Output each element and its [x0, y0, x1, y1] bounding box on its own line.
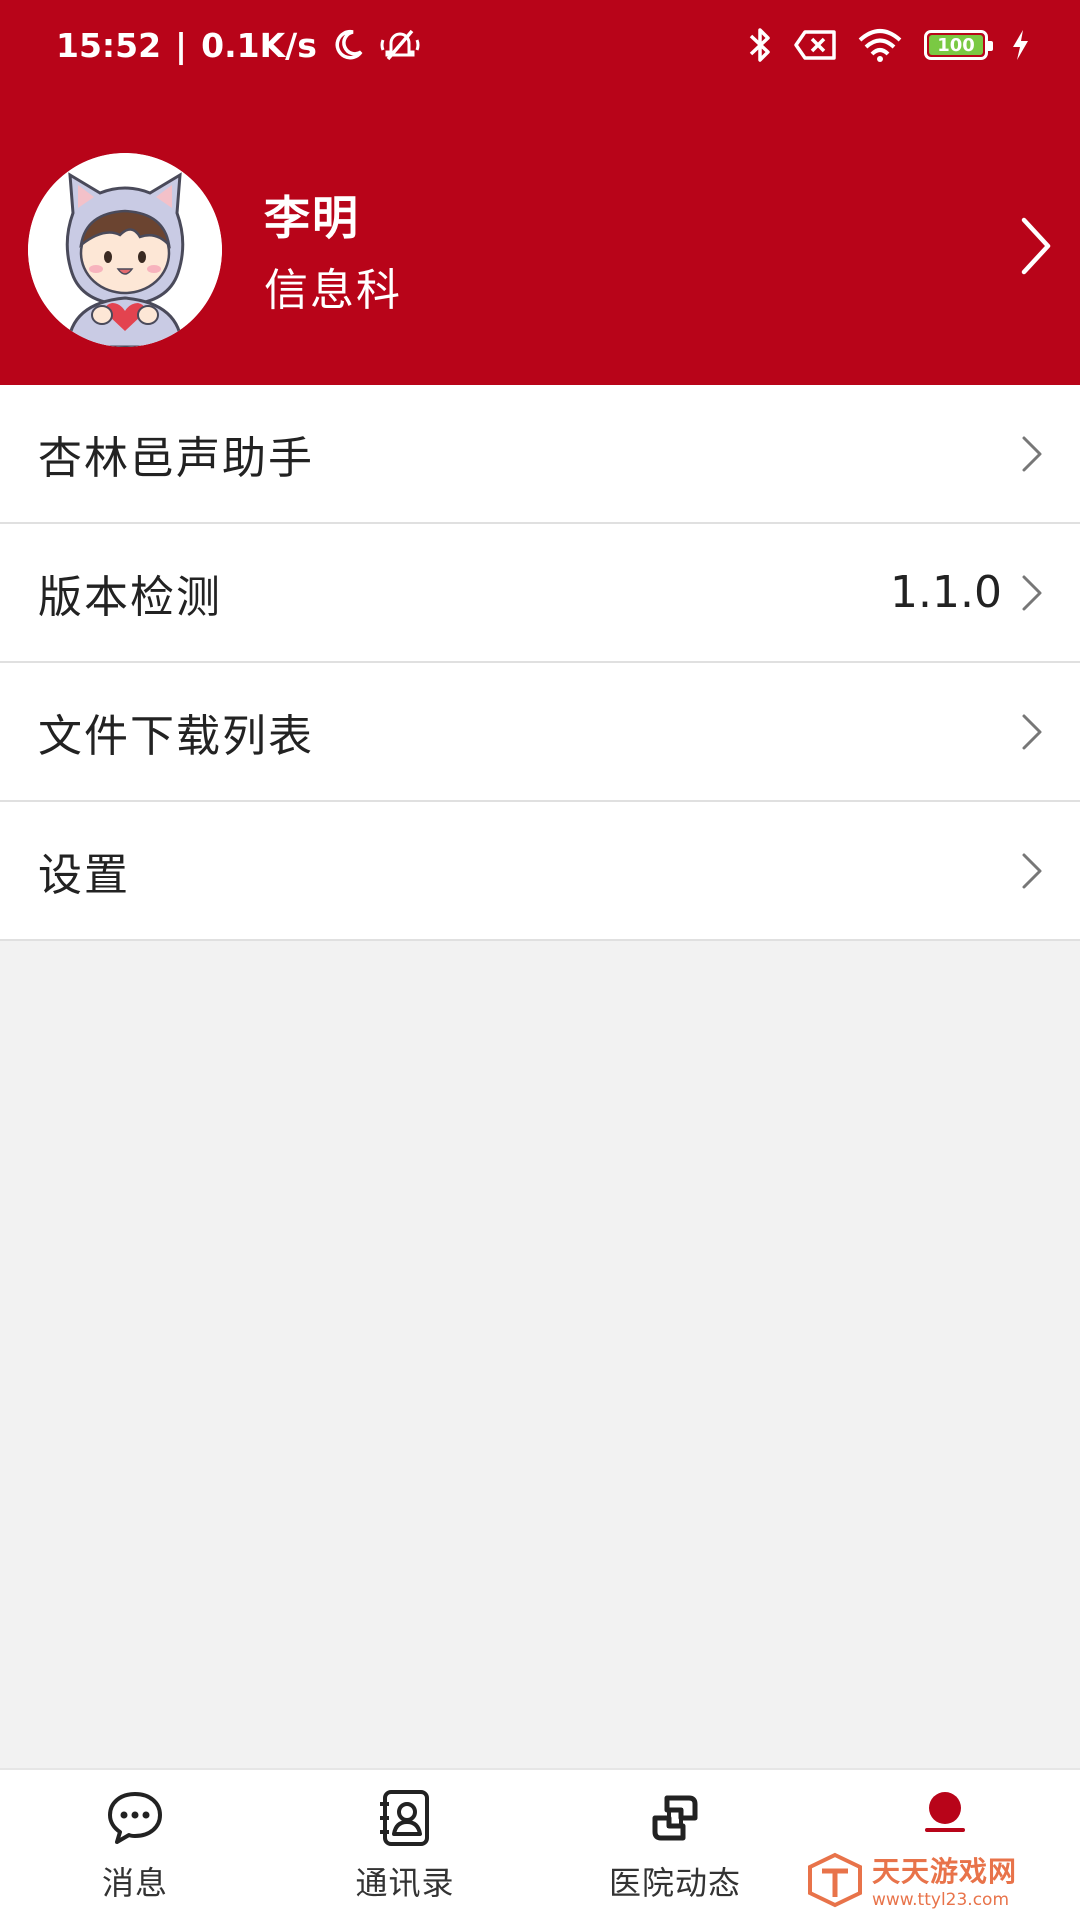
nav-tab-contacts[interactable]: 通讯录 [270, 1770, 540, 1920]
avatar-illustration [28, 153, 222, 347]
nav-label: 消息 [101, 1864, 168, 1902]
menu-item-label: 版本检测 [38, 571, 222, 623]
nav-label: 通讯录 [355, 1864, 455, 1902]
avatar[interactable] [28, 153, 222, 347]
menu-item-label: 设置 [38, 849, 130, 901]
chevron-right-icon [1022, 436, 1042, 471]
menu-item-label: 文件下载列表 [38, 710, 314, 762]
menu-item-settings[interactable]: 设置 [0, 802, 1080, 941]
watermark-url: www.ttyl23.com [872, 1890, 1010, 1910]
wifi-icon [858, 28, 902, 62]
nav-label: 医院动态 [608, 1864, 741, 1902]
hospital-news-icon [645, 1788, 705, 1848]
profile-department: 信息科 [264, 265, 402, 316]
chevron-right-icon [1022, 575, 1042, 610]
chat-bubble-icon [105, 1788, 165, 1848]
nav-tab-messages[interactable]: 消息 [0, 1770, 270, 1920]
battery-text: 100 [937, 34, 975, 56]
menu-item-download-list[interactable]: 文件下载列表 [0, 663, 1080, 802]
user-icon [915, 1788, 975, 1848]
mute-bell-icon [379, 28, 421, 62]
battery-icon: 100 [924, 30, 993, 60]
profile-header: 15:52 | 0.1K/s 100 李明 信息科 [0, 0, 1080, 385]
chevron-right-icon [1022, 853, 1042, 888]
version-value: 1.1.0 [890, 567, 1002, 618]
watermark-logo [808, 1852, 862, 1908]
watermark: 天天游戏网 www.ttyl23.com [806, 1850, 1017, 1910]
nav-tab-hospital-news[interactable]: 医院动态 [540, 1770, 810, 1920]
watermark-text: 天天游戏网 www.ttyl23.com [872, 1850, 1017, 1910]
chevron-right-icon[interactable] [1016, 214, 1056, 278]
battery-nub [988, 41, 993, 51]
menu-item-version-check[interactable]: 版本检测 1.1.0 [0, 524, 1080, 663]
chevron-right-icon [1022, 714, 1042, 749]
screen: 15:52 | 0.1K/s 100 李明 信息科 杏林邑声助手 版本检测 1.… [0, 0, 1080, 1920]
profile-card[interactable]: 李明 信息科 [0, 150, 1080, 350]
status-left: 15:52 | 0.1K/s [56, 26, 421, 65]
profile-name: 李明 [264, 191, 360, 245]
menu-item-label: 杏林邑声助手 [38, 432, 314, 484]
settings-menu: 杏林邑声助手 版本检测 1.1.0 文件下载列表 设置 [0, 385, 1080, 941]
status-bar: 15:52 | 0.1K/s 100 [0, 0, 1080, 90]
profile-text: 李明 信息科 [264, 182, 402, 318]
status-time: 15:52 [56, 25, 162, 65]
status-right: 100 [748, 26, 1030, 64]
menu-item-voice-assistant[interactable]: 杏林邑声助手 [0, 385, 1080, 524]
moon-icon [331, 28, 365, 62]
status-separator: | [175, 25, 188, 65]
sim-blocked-icon [794, 29, 836, 61]
contacts-book-icon [375, 1788, 435, 1848]
charging-icon [1010, 29, 1030, 61]
status-net-speed: 0.1K/s [201, 25, 317, 65]
bluetooth-icon [748, 26, 772, 64]
watermark-title: 天天游戏网 [872, 1855, 1018, 1888]
